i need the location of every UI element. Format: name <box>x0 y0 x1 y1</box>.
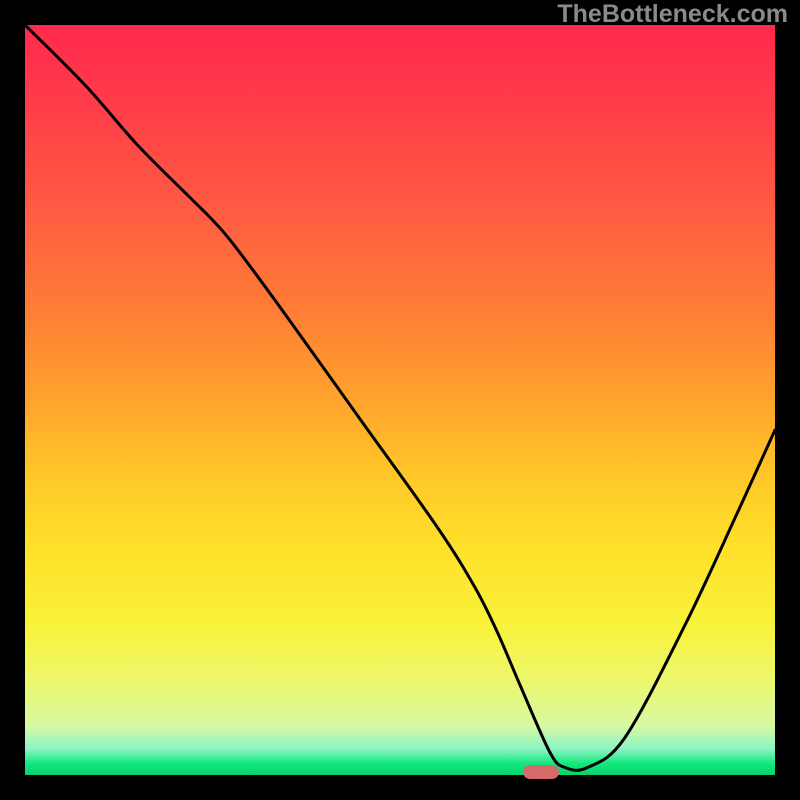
chart-stage: TheBottleneck.com <box>0 0 800 800</box>
optimum-marker <box>523 765 559 779</box>
curve-path <box>25 25 775 770</box>
chart-plot-area <box>25 25 775 775</box>
bottleneck-curve <box>25 25 775 775</box>
